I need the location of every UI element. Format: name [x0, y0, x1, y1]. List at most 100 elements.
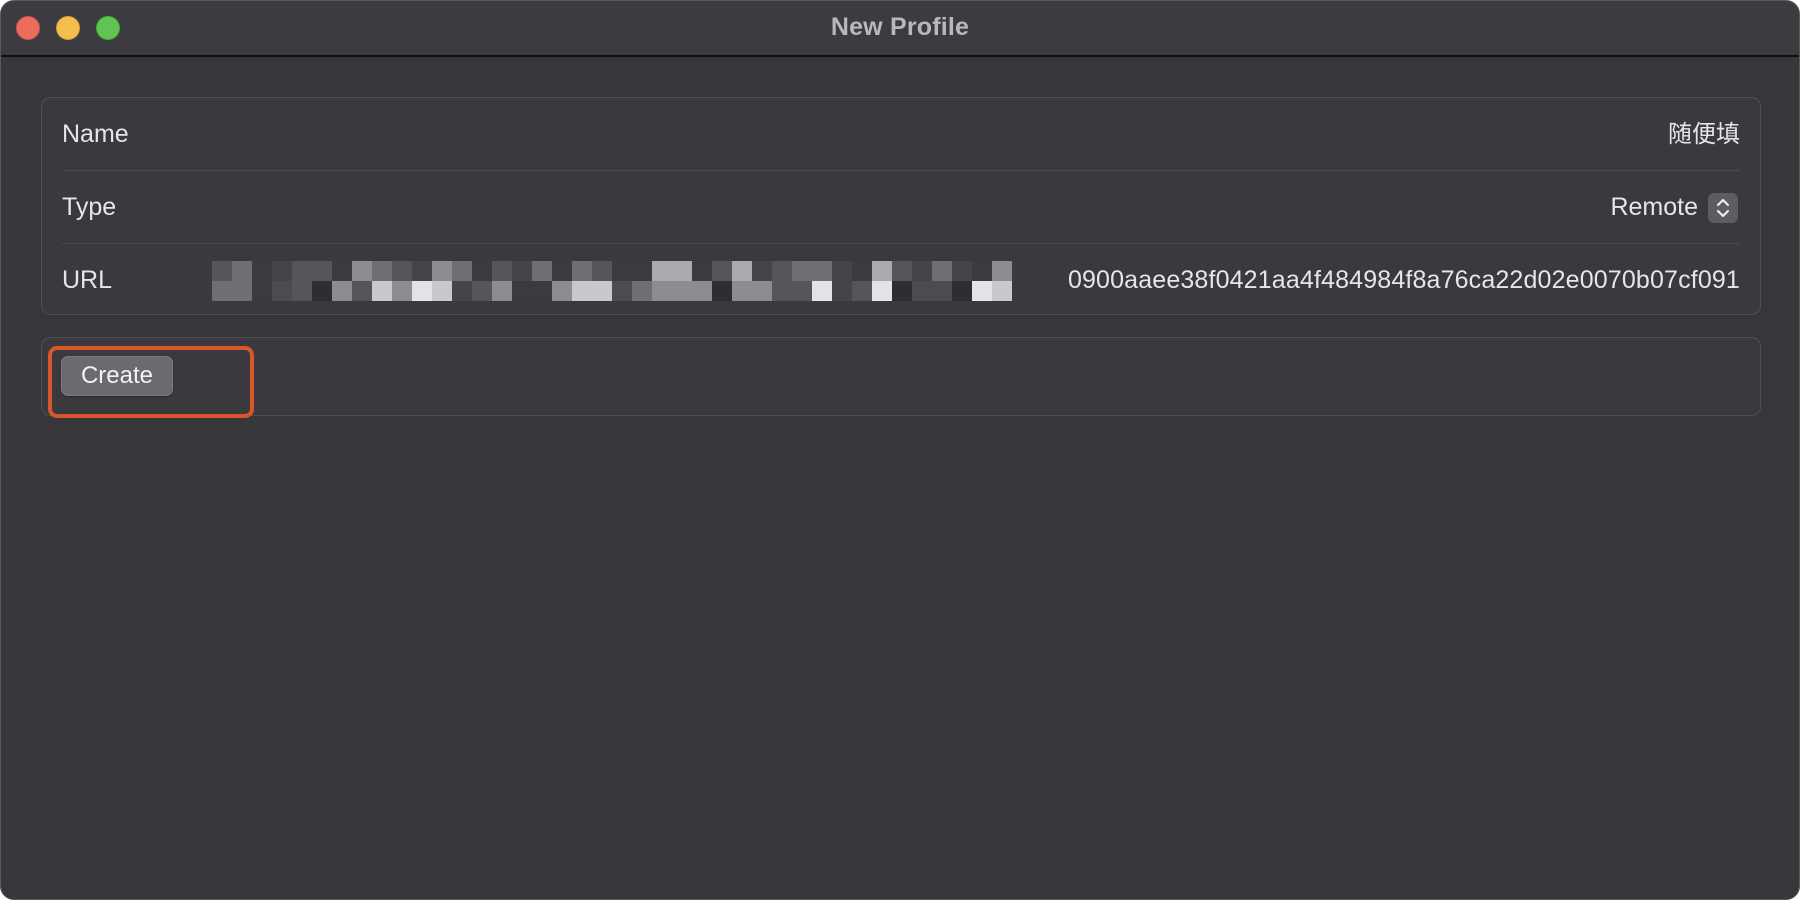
- mosaic-pixel: [652, 281, 672, 301]
- mosaic-pixel: [652, 261, 672, 281]
- mosaic-pixel: [312, 281, 332, 301]
- mosaic-pixel: [632, 281, 652, 301]
- mosaic-pixel: [412, 261, 432, 281]
- mosaic-pixel: [692, 261, 712, 281]
- mosaic-pixel: [952, 261, 972, 281]
- mosaic-pixel: [572, 281, 592, 301]
- mosaic-pixel: [292, 281, 312, 301]
- mosaic-pixel: [992, 281, 1012, 301]
- mosaic-pixel: [232, 261, 252, 281]
- mosaic-pixel: [552, 261, 572, 281]
- mosaic-pixel: [492, 281, 512, 301]
- mosaic-pixel: [972, 281, 992, 301]
- mosaic-pixel: [732, 261, 752, 281]
- mosaic-pixel: [992, 261, 1012, 281]
- mosaic-pixel: [712, 261, 732, 281]
- mosaic-pixel: [812, 261, 832, 281]
- mosaic-pixel: [212, 281, 232, 301]
- mosaic-pixel: [252, 281, 272, 301]
- mosaic-pixel: [772, 261, 792, 281]
- mosaic-pixel: [352, 281, 372, 301]
- mosaic-pixel: [612, 281, 632, 301]
- url-field[interactable]: 0900aaee38f0421aa4f484984f8a76ca22d02e00…: [1068, 244, 1740, 317]
- mosaic-pixel: [492, 261, 512, 281]
- url-redacted-mosaic: [212, 256, 1012, 306]
- url-row: URL 0900aaee38f0421aa4f484984f8a76ca22d0…: [62, 244, 1740, 317]
- mosaic-pixel: [392, 281, 412, 301]
- mosaic-pixel: [952, 281, 972, 301]
- mosaic-pixel: [432, 281, 452, 301]
- mosaic-pixel: [672, 261, 692, 281]
- mosaic-pixel: [832, 281, 852, 301]
- mosaic-pixel: [372, 261, 392, 281]
- type-selected-value: Remote: [1610, 193, 1698, 221]
- mosaic-pixel: [352, 261, 372, 281]
- profile-form-group: Name Type Remote: [41, 97, 1761, 315]
- action-group: Create: [41, 337, 1761, 416]
- mosaic-pixel: [932, 261, 952, 281]
- mosaic-pixel: [752, 281, 772, 301]
- mosaic-pixel: [512, 281, 532, 301]
- mosaic-pixel: [252, 261, 272, 281]
- mosaic-pixel: [752, 261, 772, 281]
- mosaic-pixel: [612, 261, 632, 281]
- mosaic-pixel: [912, 281, 932, 301]
- mosaic-pixel: [212, 261, 232, 281]
- mosaic-pixel: [932, 281, 952, 301]
- mosaic-pixel: [572, 261, 592, 281]
- mosaic-pixel: [672, 281, 692, 301]
- mosaic-pixel: [712, 281, 732, 301]
- mosaic-pixel: [432, 261, 452, 281]
- type-label: Type: [62, 193, 117, 221]
- url-label: URL: [62, 266, 113, 294]
- mosaic-pixel: [272, 281, 292, 301]
- type-popup-container: Remote: [1610, 171, 1740, 244]
- mosaic-pixel: [232, 281, 252, 301]
- name-label: Name: [62, 120, 129, 148]
- mosaic-pixel: [892, 281, 912, 301]
- mosaic-pixel: [332, 261, 352, 281]
- type-row: Type Remote: [62, 171, 1740, 244]
- mosaic-pixel: [552, 281, 572, 301]
- mosaic-pixel: [632, 261, 652, 281]
- mosaic-pixel: [452, 281, 472, 301]
- mosaic-pixel: [832, 261, 852, 281]
- mosaic-pixel: [912, 261, 932, 281]
- mosaic-pixel: [972, 261, 992, 281]
- mosaic-pixel: [512, 261, 532, 281]
- mosaic-pixel: [592, 281, 612, 301]
- chevron-up-down-icon: [1708, 192, 1738, 223]
- mosaic-pixel: [812, 281, 832, 301]
- type-popup-button[interactable]: Remote: [1610, 171, 1740, 244]
- mosaic-pixel: [852, 261, 872, 281]
- mosaic-pixel: [392, 261, 412, 281]
- mosaic-pixel: [892, 261, 912, 281]
- name-row: Name: [62, 98, 1740, 171]
- mosaic-pixel: [692, 281, 712, 301]
- mosaic-pixel: [872, 281, 892, 301]
- mosaic-pixel: [732, 281, 752, 301]
- mosaic-pixel: [872, 261, 892, 281]
- create-button[interactable]: Create: [61, 356, 173, 396]
- mosaic-pixel: [472, 261, 492, 281]
- mosaic-pixel: [452, 261, 472, 281]
- mosaic-pixel: [292, 261, 312, 281]
- mosaic-pixel: [312, 261, 332, 281]
- mosaic-pixel: [372, 281, 392, 301]
- mosaic-pixel: [592, 261, 612, 281]
- mosaic-pixel: [792, 261, 812, 281]
- name-value-container: [1140, 98, 1740, 171]
- name-field[interactable]: [1140, 98, 1740, 171]
- window-title: New Profile: [830, 13, 970, 41]
- mosaic-pixel: [772, 281, 792, 301]
- mosaic-pixel: [792, 281, 812, 301]
- mosaic-pixel: [852, 281, 872, 301]
- mosaic-pixel: [332, 281, 352, 301]
- title-bar[interactable]: New Profile: [1, 1, 1799, 57]
- mosaic-pixel: [272, 261, 292, 281]
- mosaic-pixel: [532, 281, 552, 301]
- mosaic-pixel: [532, 261, 552, 281]
- mosaic-pixel: [412, 281, 432, 301]
- app-window: New Profile Name Type Remote: [0, 0, 1800, 900]
- mosaic-pixel: [472, 281, 492, 301]
